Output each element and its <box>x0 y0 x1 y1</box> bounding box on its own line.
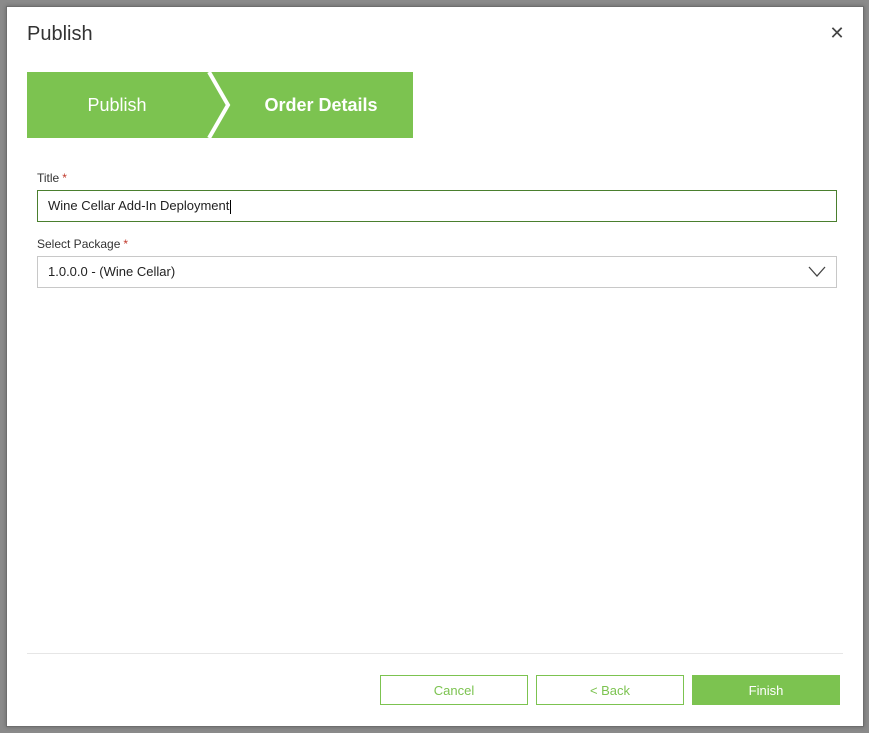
title-label-text: Title <box>37 171 60 185</box>
package-label: Select Package * <box>37 237 128 251</box>
title-input-value: Wine Cellar Add-In Deployment <box>48 198 230 213</box>
cancel-button[interactable]: Cancel <box>380 675 528 705</box>
required-mark: * <box>62 171 67 185</box>
dialog-title: Publish <box>27 23 93 45</box>
package-select-value: 1.0.0.0 - (Wine Cellar) <box>48 264 176 279</box>
finish-button[interactable]: Finish <box>692 675 840 705</box>
package-select[interactable]: 1.0.0.0 - (Wine Cellar) <box>37 256 837 288</box>
chevron-down-icon <box>808 266 826 277</box>
package-label-text: Select Package <box>37 237 121 251</box>
footer-divider <box>27 653 843 654</box>
back-button[interactable]: < Back <box>536 675 684 705</box>
close-icon[interactable]: ✕ <box>825 21 849 45</box>
title-input[interactable]: Wine Cellar Add-In Deployment <box>37 190 837 222</box>
wizard-step-order-details[interactable]: Order Details <box>232 72 410 138</box>
required-mark: * <box>123 237 129 251</box>
wizard-steps: Publish Order Details <box>27 72 413 138</box>
text-caret <box>230 199 232 214</box>
wizard-step-publish[interactable]: Publish <box>27 72 207 138</box>
title-label: Title * <box>37 171 67 185</box>
publish-dialog: Publish ✕ Publish Order Details Title * W… <box>6 6 864 727</box>
